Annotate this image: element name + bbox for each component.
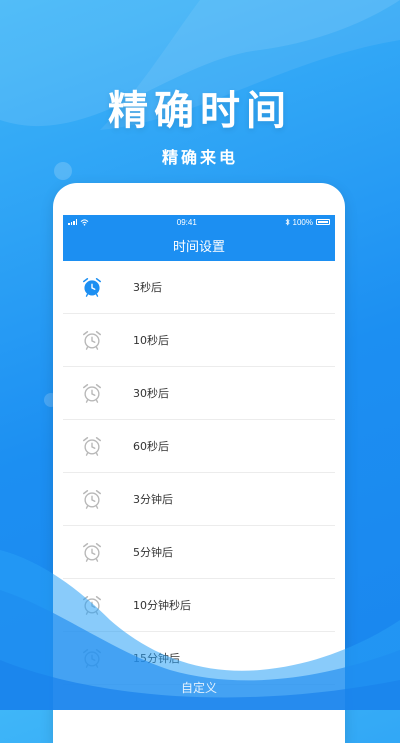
time-option-label: 3秒后 [133, 281, 162, 294]
alarm-clock-icon [83, 437, 101, 456]
option-list: 3秒后 10秒后 30秒后 60秒后 3分钟后 5分钟后 10分钟秒后 15分钟后 [63, 261, 335, 685]
phone-mockup: 09:41 100% 时间设置 3秒后 10秒后 30秒后 60秒后 3分钟后 5分钟后 1… [53, 183, 345, 743]
time-option-row[interactable]: 3分钟后 [63, 473, 335, 526]
page-title: 时间设置 [172, 239, 225, 255]
time-option-row[interactable]: 5分钟后 [63, 526, 335, 579]
time-option-label: 30秒后 [133, 387, 169, 400]
alarm-clock-icon [83, 384, 101, 403]
time-option-label: 3分钟后 [133, 493, 173, 506]
bluetooth-icon [285, 218, 290, 226]
alarm-clock-icon [83, 278, 101, 297]
battery-icon [316, 219, 330, 225]
time-option-label: 10秒后 [133, 334, 169, 347]
time-option-row[interactable]: 60秒后 [63, 420, 335, 473]
time-option-label: 5分钟后 [133, 546, 173, 559]
wifi-icon [80, 218, 89, 226]
custom-button-label: 自定义 [180, 680, 217, 695]
alarm-clock-icon [83, 649, 101, 668]
promo-headline: 精确时间 [108, 88, 292, 134]
time-option-label: 10分钟秒后 [133, 599, 191, 612]
status-time: 09:41 [176, 217, 197, 227]
signal-icon [68, 219, 77, 225]
phone-screen: 09:41 100% 时间设置 3秒后 10秒后 30秒后 60秒后 3分钟后 5分钟后 1… [63, 215, 335, 743]
promo-subline: 精确来电 [161, 148, 238, 167]
app-bar: 时间设置 [63, 229, 335, 261]
time-option-label: 15分钟后 [133, 652, 180, 665]
time-option-row[interactable]: 10分钟秒后 [63, 579, 335, 632]
alarm-clock-icon [83, 596, 101, 615]
alarm-clock-icon [83, 490, 101, 509]
time-option-row[interactable]: 10秒后 [63, 314, 335, 367]
status-bar: 09:41 100% [63, 215, 335, 229]
alarm-clock-icon [83, 331, 101, 350]
time-option-label: 60秒后 [133, 440, 169, 453]
custom-button[interactable]: 自定义 [63, 667, 335, 707]
time-option-row[interactable]: 3秒后 [63, 261, 335, 314]
battery-percent: 100% [292, 217, 313, 227]
alarm-clock-icon [83, 543, 101, 562]
time-option-row[interactable]: 30秒后 [63, 367, 335, 420]
